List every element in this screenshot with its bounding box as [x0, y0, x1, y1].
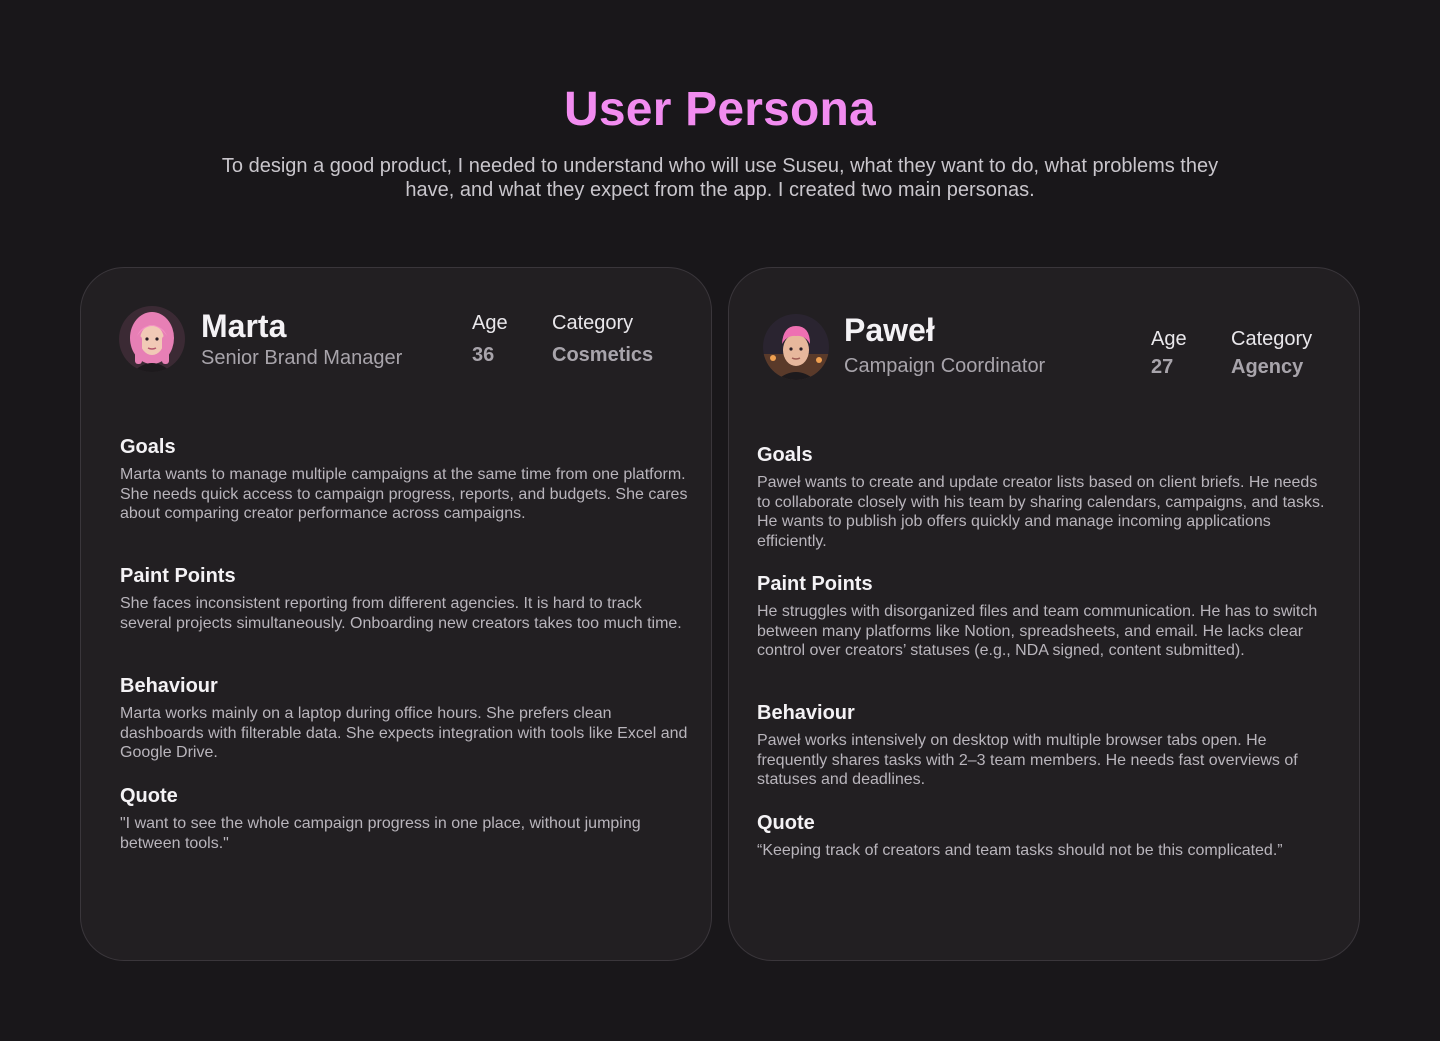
persona-card-pawel: Paweł Campaign Coordinator Age 27 Catego…	[728, 267, 1360, 961]
section-title: Paint Points	[120, 565, 236, 587]
avatar	[763, 314, 829, 380]
page-title: User Persona	[564, 83, 876, 136]
age-label: Age	[1151, 328, 1187, 350]
category-value: Cosmetics	[552, 344, 654, 366]
section-title: Behaviour	[120, 675, 218, 697]
pain-points-section: Paint Points She faces inconsistent repo…	[120, 565, 696, 633]
quote-section: Quote “Keeping track of creators and tea…	[757, 812, 1333, 861]
age-value: 36	[472, 344, 495, 366]
pain-points-section: Paint Points He struggles with disorgani…	[757, 573, 1333, 661]
section-title: Quote	[120, 785, 178, 807]
section-title: Paint Points	[757, 573, 873, 595]
section-text: Paweł works intensively on desktop with …	[757, 732, 1298, 788]
behaviour-section: Behaviour Marta works mainly on a laptop…	[120, 675, 696, 763]
persona-name: Marta	[201, 308, 287, 344]
behaviour-section: Behaviour Paweł works intensively on des…	[757, 702, 1333, 790]
section-text: Marta works mainly on a laptop during of…	[120, 705, 688, 761]
section-title: Quote	[757, 812, 815, 834]
avatar-marta-icon	[119, 306, 185, 372]
category-label: Category	[1231, 328, 1313, 350]
persona-page: User Persona To design a good product, I…	[0, 0, 1440, 1041]
goals-section: Goals Paweł wants to create and update c…	[757, 444, 1333, 551]
section-text: “Keeping track of creators and team task…	[757, 842, 1283, 859]
quote-section: Quote "I want to see the whole campaign …	[120, 785, 696, 853]
page-subtitle: To design a good product, I needed to un…	[221, 155, 1219, 201]
avatar-pawel-icon	[763, 314, 829, 380]
section-text: He struggles with disorganized files and…	[757, 603, 1318, 659]
section-title: Goals	[757, 444, 813, 466]
persona-name: Paweł	[844, 312, 935, 348]
avatar	[119, 306, 185, 372]
goals-section: Goals Marta wants to manage multiple cam…	[120, 436, 696, 524]
category-value: Agency	[1231, 356, 1304, 378]
section-text: "I want to see the whole campaign progre…	[120, 815, 641, 852]
age-label: Age	[472, 312, 508, 334]
persona-role: Campaign Coordinator	[844, 355, 1046, 377]
persona-role: Senior Brand Manager	[201, 347, 403, 369]
section-text: Marta wants to manage multiple campaigns…	[120, 466, 688, 522]
section-text: Paweł wants to create and update creator…	[757, 474, 1325, 550]
persona-card-marta: Marta Senior Brand Manager Age 36 Catego…	[80, 267, 712, 961]
category-label: Category	[552, 312, 634, 334]
age-value: 27	[1151, 356, 1174, 378]
section-text: She faces inconsistent reporting from di…	[120, 595, 682, 632]
section-title: Behaviour	[757, 702, 855, 724]
section-title: Goals	[120, 436, 176, 458]
